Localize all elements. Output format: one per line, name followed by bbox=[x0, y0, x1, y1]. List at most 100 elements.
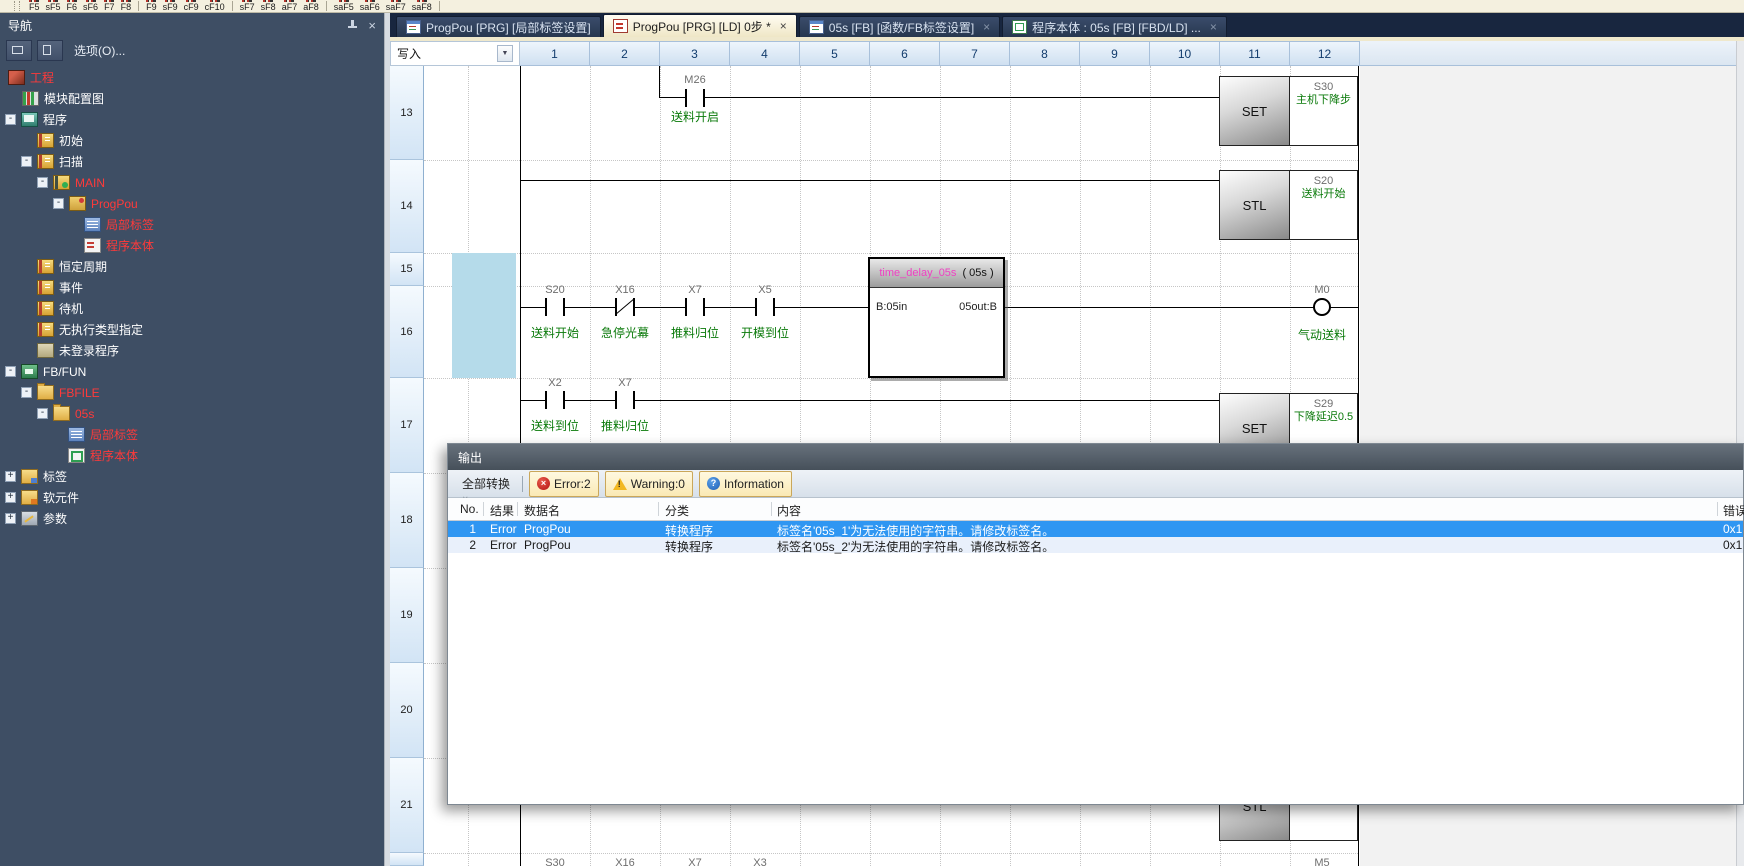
coil-m0[interactable] bbox=[1313, 298, 1331, 316]
row-number-15[interactable]: 15 bbox=[390, 253, 424, 286]
chevron-down-icon[interactable]: ▼ bbox=[497, 45, 513, 62]
contact-x5[interactable] bbox=[755, 298, 775, 316]
contact-x2[interactable] bbox=[545, 391, 565, 409]
row-number-17[interactable]: 17 bbox=[390, 378, 424, 473]
row-number-16[interactable]: 16 bbox=[390, 286, 424, 378]
tab-05s-fb-label[interactable]: 05s [FB] [函数/FB标签设置] × bbox=[799, 16, 1000, 37]
contact-x7[interactable] bbox=[685, 298, 705, 316]
tree-item-label[interactable]: +标签 bbox=[0, 466, 384, 487]
toolbar-button-sf8[interactable]: sF8 bbox=[261, 0, 276, 12]
expander-icon[interactable]: + bbox=[5, 471, 16, 482]
tree-item-standby[interactable]: 待机 bbox=[0, 298, 384, 319]
tree-item-05s-program-body[interactable]: 程序本体 bbox=[0, 445, 384, 466]
error-row-1[interactable]: 1 Error ProgPou 转换程序 标签名'05s_1'为无法使用的字符串… bbox=[448, 521, 1743, 537]
tree-item-initial[interactable]: 初始 bbox=[0, 130, 384, 151]
expander-icon[interactable]: - bbox=[5, 114, 16, 125]
row-number-13[interactable]: 13 bbox=[390, 66, 424, 160]
edit-mode-combo[interactable]: 写入 ▼ bbox=[390, 41, 520, 66]
pin-icon[interactable] bbox=[347, 19, 358, 31]
tree-item-event[interactable]: 事件 bbox=[0, 277, 384, 298]
expander-icon[interactable]: - bbox=[37, 408, 48, 419]
expander-icon[interactable]: - bbox=[37, 177, 48, 188]
toolbar-button-saf6[interactable]: saF6 bbox=[360, 0, 380, 12]
expander-icon[interactable]: + bbox=[5, 513, 16, 524]
header-category[interactable]: 分类 bbox=[665, 502, 689, 519]
tree-view-button[interactable] bbox=[6, 40, 32, 61]
tree-item-parameter[interactable]: +参数 bbox=[0, 508, 384, 529]
toolbar-button-af7[interactable]: aF7 bbox=[282, 0, 298, 12]
warning-filter-button[interactable]: Warning:0 bbox=[605, 471, 693, 497]
toolbar-grip[interactable] bbox=[14, 1, 20, 11]
toolbar-button-f5[interactable]: F5 bbox=[29, 0, 40, 12]
toolbar-button-sf9[interactable]: sF9 bbox=[163, 0, 178, 12]
tree-item-scan[interactable]: -扫描 bbox=[0, 151, 384, 172]
error-row-2[interactable]: 2 Error ProgPou 转换程序 标签名'05s_2'为无法使用的字符串… bbox=[448, 537, 1743, 553]
header-error-code[interactable]: 错误代码 bbox=[1723, 502, 1744, 519]
toolbar-button-saf7[interactable]: saF7 bbox=[386, 0, 406, 12]
contact-s20[interactable] bbox=[545, 298, 565, 316]
toolbar-button-cf10[interactable]: cF10 bbox=[205, 0, 225, 12]
tree-item-05s-local-label[interactable]: 局部标签 bbox=[0, 424, 384, 445]
tree-item-unregistered[interactable]: 未登录程序 bbox=[0, 340, 384, 361]
toolbar-button-f9[interactable]: F9 bbox=[146, 0, 157, 12]
expander-icon[interactable]: - bbox=[21, 387, 32, 398]
tree-item-main[interactable]: -MAIN bbox=[0, 172, 384, 193]
expander-icon[interactable]: - bbox=[53, 198, 64, 209]
tab-progpou-local-label[interactable]: ProgPou [PRG] [局部标签设置] bbox=[396, 16, 601, 37]
toolbar-button-cf9[interactable]: cF9 bbox=[184, 0, 199, 12]
output-titlebar[interactable]: 输出 bbox=[448, 444, 1743, 470]
instruction-stl-s20[interactable]: STL S20 送料开始 bbox=[1219, 170, 1358, 240]
row-number-22[interactable] bbox=[390, 853, 424, 866]
tree-item-fixed-cycle[interactable]: 恒定周期 bbox=[0, 256, 384, 277]
expander-icon[interactable]: - bbox=[5, 366, 16, 377]
navigation-titlebar[interactable]: 导航 × bbox=[0, 13, 384, 37]
tree-item-program-body[interactable]: 程序本体 bbox=[0, 235, 384, 256]
tab-05s-fbd-body[interactable]: 程序本体 : 05s [FB] [FBD/LD] ... × bbox=[1002, 16, 1227, 37]
tree-item-progpou[interactable]: -ProgPou bbox=[0, 193, 384, 214]
row-number-20[interactable]: 20 bbox=[390, 663, 424, 758]
tree-item-module-config[interactable]: 模块配置图 bbox=[0, 88, 384, 109]
header-result[interactable]: 结果 bbox=[490, 502, 514, 519]
header-data-name[interactable]: 数据名 bbox=[524, 502, 560, 519]
tab-close-icon[interactable]: × bbox=[983, 20, 990, 34]
information-filter-button[interactable]: ? Information bbox=[699, 471, 792, 497]
header-no[interactable]: No. bbox=[460, 502, 479, 516]
toolbar-button-saf5[interactable]: saF5 bbox=[334, 0, 354, 12]
function-block-time-delay[interactable]: time_delay_05s ( 05s ) B:05in 05out:B bbox=[868, 257, 1005, 378]
tree-item-program[interactable]: -程序 bbox=[0, 109, 384, 130]
expander-icon[interactable]: + bbox=[5, 492, 16, 503]
tree-item-project[interactable]: 工程 bbox=[0, 67, 384, 88]
tree-item-fbfile[interactable]: -FBFILE bbox=[0, 382, 384, 403]
toolbar-button-sf6[interactable]: sF6 bbox=[83, 0, 98, 12]
contact-x16-nc[interactable] bbox=[615, 298, 635, 316]
expander-icon[interactable]: - bbox=[21, 156, 32, 167]
options-menu[interactable]: 选项(O)... bbox=[74, 42, 125, 59]
tree-item-local-label[interactable]: 局部标签 bbox=[0, 214, 384, 235]
convert-all-button[interactable]: 全部转换 bbox=[456, 473, 516, 494]
tab-close-icon[interactable]: × bbox=[780, 19, 787, 33]
contact-m26[interactable] bbox=[685, 89, 705, 107]
toolbar-button-f7[interactable]: F7 bbox=[104, 0, 115, 12]
toolbar-button-f6[interactable]: F6 bbox=[67, 0, 78, 12]
header-content[interactable]: 内容 bbox=[777, 502, 801, 519]
toolbar-button-sf7[interactable]: sF7 bbox=[240, 0, 255, 12]
row-number-14[interactable]: 14 bbox=[390, 160, 424, 253]
close-icon[interactable]: × bbox=[368, 19, 376, 32]
toolbar-button-f8[interactable]: F8 bbox=[121, 0, 132, 12]
tree-item-no-exec-type[interactable]: 无执行类型指定 bbox=[0, 319, 384, 340]
error-filter-button[interactable]: × Error:2 bbox=[529, 471, 599, 497]
toolbar-button-saf8[interactable]: saF8 bbox=[412, 0, 432, 12]
tab-close-icon[interactable]: × bbox=[1210, 20, 1217, 34]
tree-item-fbfun[interactable]: -FB/FUN bbox=[0, 361, 384, 382]
row-number-21[interactable]: 21 bbox=[390, 758, 424, 853]
contact-x7[interactable] bbox=[615, 391, 635, 409]
instruction-set-s30[interactable]: SET S30 主机下降步 bbox=[1219, 76, 1358, 146]
toolbar-button-sf5[interactable]: sF5 bbox=[46, 0, 61, 12]
tree-item-device[interactable]: +软元件 bbox=[0, 487, 384, 508]
toolbar-button-af8[interactable]: aF8 bbox=[303, 0, 319, 12]
row-number-19[interactable]: 19 bbox=[390, 568, 424, 663]
tab-progpou-ld-active[interactable]: ProgPou [PRG] [LD] 0步 * × bbox=[603, 14, 797, 37]
row-number-18[interactable]: 18 bbox=[390, 473, 424, 568]
collapse-view-button[interactable] bbox=[37, 40, 63, 61]
tree-item-05s[interactable]: -05s bbox=[0, 403, 384, 424]
